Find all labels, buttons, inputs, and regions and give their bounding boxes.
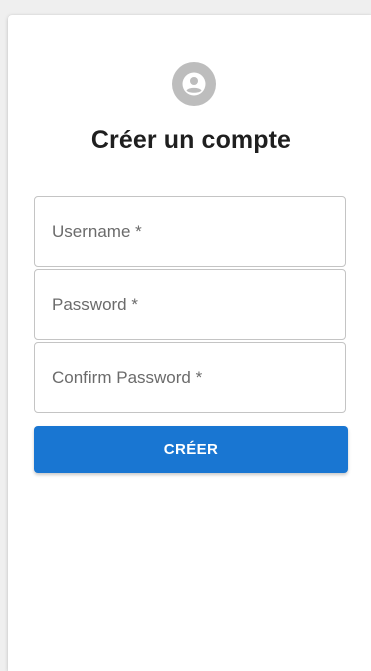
username-input[interactable] xyxy=(35,197,345,266)
account-circle-icon xyxy=(172,62,216,106)
password-input[interactable] xyxy=(35,270,345,339)
create-account-button[interactable]: CRÉER xyxy=(34,426,348,473)
confirm-password-input[interactable] xyxy=(35,343,345,412)
person-icon xyxy=(182,72,206,96)
username-field[interactable] xyxy=(34,196,346,267)
confirm-password-field[interactable] xyxy=(34,342,346,413)
password-field[interactable] xyxy=(34,269,346,340)
page-title: Créer un compte xyxy=(90,126,292,154)
